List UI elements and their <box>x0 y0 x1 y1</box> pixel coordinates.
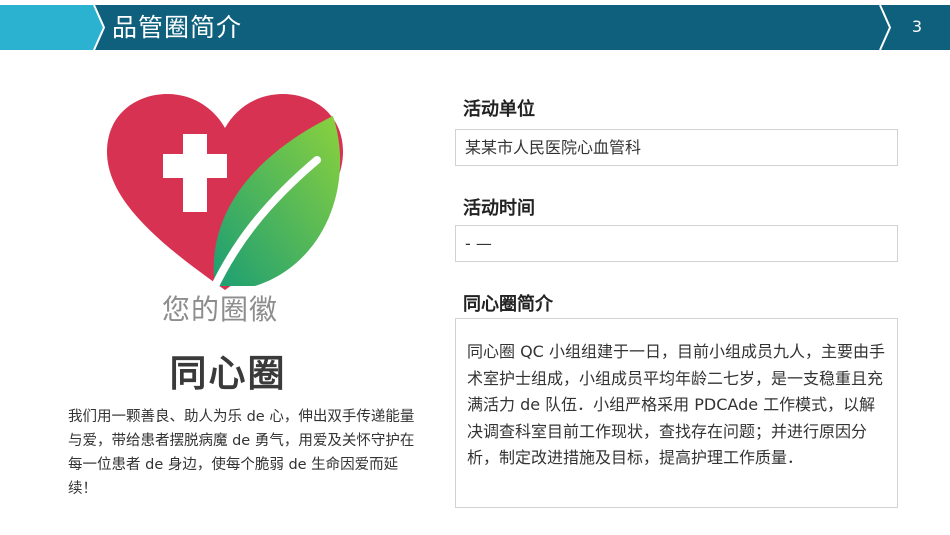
unit-label: 活动单位 <box>463 99 535 120</box>
time-value-box: - — <box>455 225 898 262</box>
unit-value-box: 某某市人民医院心血管科 <box>455 129 898 166</box>
intro-label: 同心圈简介 <box>463 294 553 315</box>
circle-name: 同心圈 <box>169 352 287 395</box>
time-label: 活动时间 <box>463 198 535 219</box>
page-title: 品管圈简介 <box>112 13 243 42</box>
circle-motto: 我们用一颗善良、助人为乐 de 心，伸出双手传递能量与爱，带给患者摆脱病魔 de… <box>68 409 415 497</box>
heart-cross-leaf-icon <box>105 94 353 294</box>
page-number: 3 <box>911 17 923 36</box>
intro-value-box: 同心圈 QC 小组组建于一日，目前小组成员九人，主要由手术室护士组成，小组成员平… <box>455 318 898 508</box>
header-band: 品管圈简介 3 <box>0 5 950 50</box>
emblem-caption: 您的圈徽 <box>161 293 278 326</box>
